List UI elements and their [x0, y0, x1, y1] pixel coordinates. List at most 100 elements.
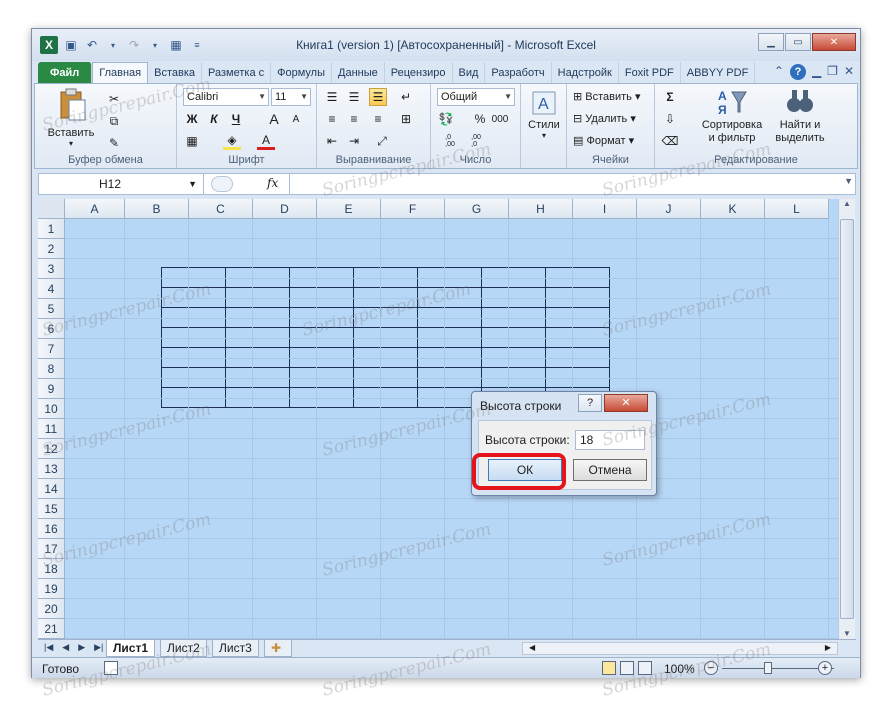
dialog-help-button[interactable]: ? — [578, 394, 602, 412]
row-header-13[interactable]: 13 — [38, 459, 65, 479]
sort-filter-button[interactable]: AЯ Сортировка и фильтр — [697, 86, 767, 145]
insert-cells-button[interactable]: ⊞ Вставить ▾ — [573, 90, 641, 103]
row-header-7[interactable]: 7 — [38, 339, 65, 359]
percent-button[interactable]: % — [471, 110, 489, 128]
row-height-input[interactable]: 18 — [575, 430, 645, 450]
row-header-10[interactable]: 10 — [38, 399, 65, 419]
select-all-corner[interactable] — [38, 199, 65, 219]
scroll-right-icon[interactable]: ▶ — [825, 643, 831, 652]
column-header-l[interactable]: L — [765, 199, 829, 219]
row-header-18[interactable]: 18 — [38, 559, 65, 579]
collapse-ribbon-icon[interactable]: ⌃ — [774, 64, 784, 80]
align-top-icon[interactable]: ☰ — [323, 88, 341, 106]
font-size-combo[interactable]: 11 ▼ — [271, 88, 311, 106]
prev-sheet-icon[interactable]: ◀ — [62, 642, 69, 653]
styles-button[interactable]: A Стили ▾ — [525, 90, 563, 140]
row-header-4[interactable]: 4 — [38, 279, 65, 299]
row-header-17[interactable]: 17 — [38, 539, 65, 559]
zoom-level[interactable]: 100% — [664, 662, 695, 676]
column-header-j[interactable]: J — [637, 199, 701, 219]
column-header-d[interactable]: D — [253, 199, 317, 219]
tab-view[interactable]: Вид — [453, 62, 486, 83]
maximize-button[interactable]: ▭ — [785, 33, 811, 51]
vertical-scrollbar[interactable]: ▲ ▼ — [838, 199, 855, 639]
delete-cells-button[interactable]: ⊟ Удалить ▾ — [573, 112, 636, 125]
column-header-i[interactable]: I — [573, 199, 637, 219]
column-header-a[interactable]: A — [65, 199, 125, 219]
sheet-tab-3[interactable]: Лист3 — [212, 640, 259, 657]
row-header-16[interactable]: 16 — [38, 519, 65, 539]
column-header-c[interactable]: C — [189, 199, 253, 219]
row-header-21[interactable]: 21 — [38, 619, 65, 639]
row-header-1[interactable]: 1 — [38, 219, 65, 239]
column-header-b[interactable]: B — [125, 199, 189, 219]
zoom-in-icon[interactable]: + — [818, 661, 832, 675]
name-box[interactable]: H12 ▼ — [39, 174, 204, 194]
tab-review[interactable]: Рецензиро — [385, 62, 453, 83]
scroll-left-icon[interactable]: ◀ — [529, 643, 535, 652]
number-format-combo[interactable]: Общий ▼ — [437, 88, 515, 106]
font-name-combo[interactable]: Calibri ▼ — [183, 88, 269, 106]
column-header-f[interactable]: F — [381, 199, 445, 219]
row-header-11[interactable]: 11 — [38, 419, 65, 439]
align-center-icon[interactable]: ≡ — [345, 110, 363, 128]
tab-developer[interactable]: Разработч — [485, 62, 552, 83]
row-header-8[interactable]: 8 — [38, 359, 65, 379]
minimize-button[interactable]: ▁ — [758, 33, 784, 51]
borders-icon[interactable]: ▦ — [183, 132, 201, 150]
macro-record-icon[interactable] — [104, 661, 118, 675]
workbook-close-icon[interactable]: ✕ — [844, 64, 854, 80]
column-header-h[interactable]: H — [509, 199, 573, 219]
row-header-3[interactable]: 3 — [38, 259, 65, 279]
fill-icon[interactable]: ⇩ — [661, 110, 679, 128]
column-header-k[interactable]: K — [701, 199, 765, 219]
row-header-20[interactable]: 20 — [38, 599, 65, 619]
formula-input[interactable] — [289, 174, 839, 194]
normal-view-icon[interactable] — [602, 661, 616, 675]
cancel-button[interactable]: Отмена — [573, 459, 647, 481]
help-icon[interactable]: ? — [789, 64, 806, 80]
copy-icon[interactable]: ⧉ — [105, 112, 123, 130]
first-sheet-icon[interactable]: |◀ — [44, 642, 53, 653]
align-middle-icon[interactable]: ☰ — [345, 88, 363, 106]
orientation-icon[interactable]: ⤢ — [373, 132, 391, 150]
vertical-scroll-thumb[interactable] — [840, 219, 854, 619]
italic-button[interactable]: К — [205, 110, 223, 128]
sheet-tab-2[interactable]: Лист2 — [160, 640, 207, 657]
tab-addins[interactable]: Надстройк — [552, 62, 619, 83]
tab-data[interactable]: Данные — [332, 62, 385, 83]
row-header-19[interactable]: 19 — [38, 579, 65, 599]
grow-font-button[interactable]: A — [265, 110, 283, 128]
format-painter-icon[interactable]: ✎ — [105, 134, 123, 152]
column-header-e[interactable]: E — [317, 199, 381, 219]
underline-button[interactable]: Ч — [227, 110, 245, 128]
close-button[interactable]: ✕ — [812, 33, 856, 51]
horizontal-scrollbar[interactable]: ◀ ▶ — [522, 642, 838, 655]
row-header-12[interactable]: 12 — [38, 439, 65, 459]
wrap-text-icon[interactable]: ↵ — [397, 88, 415, 106]
tab-file[interactable]: Файл — [38, 62, 93, 83]
paste-button[interactable]: Вставить ▾ — [41, 88, 101, 148]
scroll-down-icon[interactable]: ▼ — [839, 629, 855, 638]
tab-abbyy-pdf[interactable]: ABBYY PDF — [681, 62, 756, 83]
decrease-indent-icon[interactable]: ⇤ — [323, 132, 341, 150]
tab-foxit-pdf[interactable]: Foxit PDF — [619, 62, 681, 83]
find-select-button[interactable]: Найти и выделить — [767, 86, 833, 145]
dialog-close-button[interactable]: ✕ — [604, 394, 648, 412]
page-break-view-icon[interactable] — [638, 661, 652, 675]
tab-formulas[interactable]: Формулы — [271, 62, 332, 83]
row-header-2[interactable]: 2 — [38, 239, 65, 259]
row-header-5[interactable]: 5 — [38, 299, 65, 319]
format-cells-button[interactable]: ▤ Формат ▾ — [573, 134, 634, 147]
zoom-out-icon[interactable]: − — [704, 661, 718, 675]
tab-home[interactable]: Главная — [92, 62, 149, 83]
align-bottom-icon[interactable]: ☰ — [369, 88, 387, 106]
insert-function-button[interactable]: fx — [267, 176, 278, 190]
align-right-icon[interactable]: ≡ — [369, 110, 387, 128]
merge-center-icon[interactable]: ⊞ — [397, 110, 415, 128]
column-header-g[interactable]: G — [445, 199, 509, 219]
last-sheet-icon[interactable]: ▶| — [94, 642, 103, 653]
bold-button[interactable]: Ж — [183, 110, 201, 128]
row-header-6[interactable]: 6 — [38, 319, 65, 339]
zoom-slider-thumb[interactable] — [764, 662, 772, 674]
